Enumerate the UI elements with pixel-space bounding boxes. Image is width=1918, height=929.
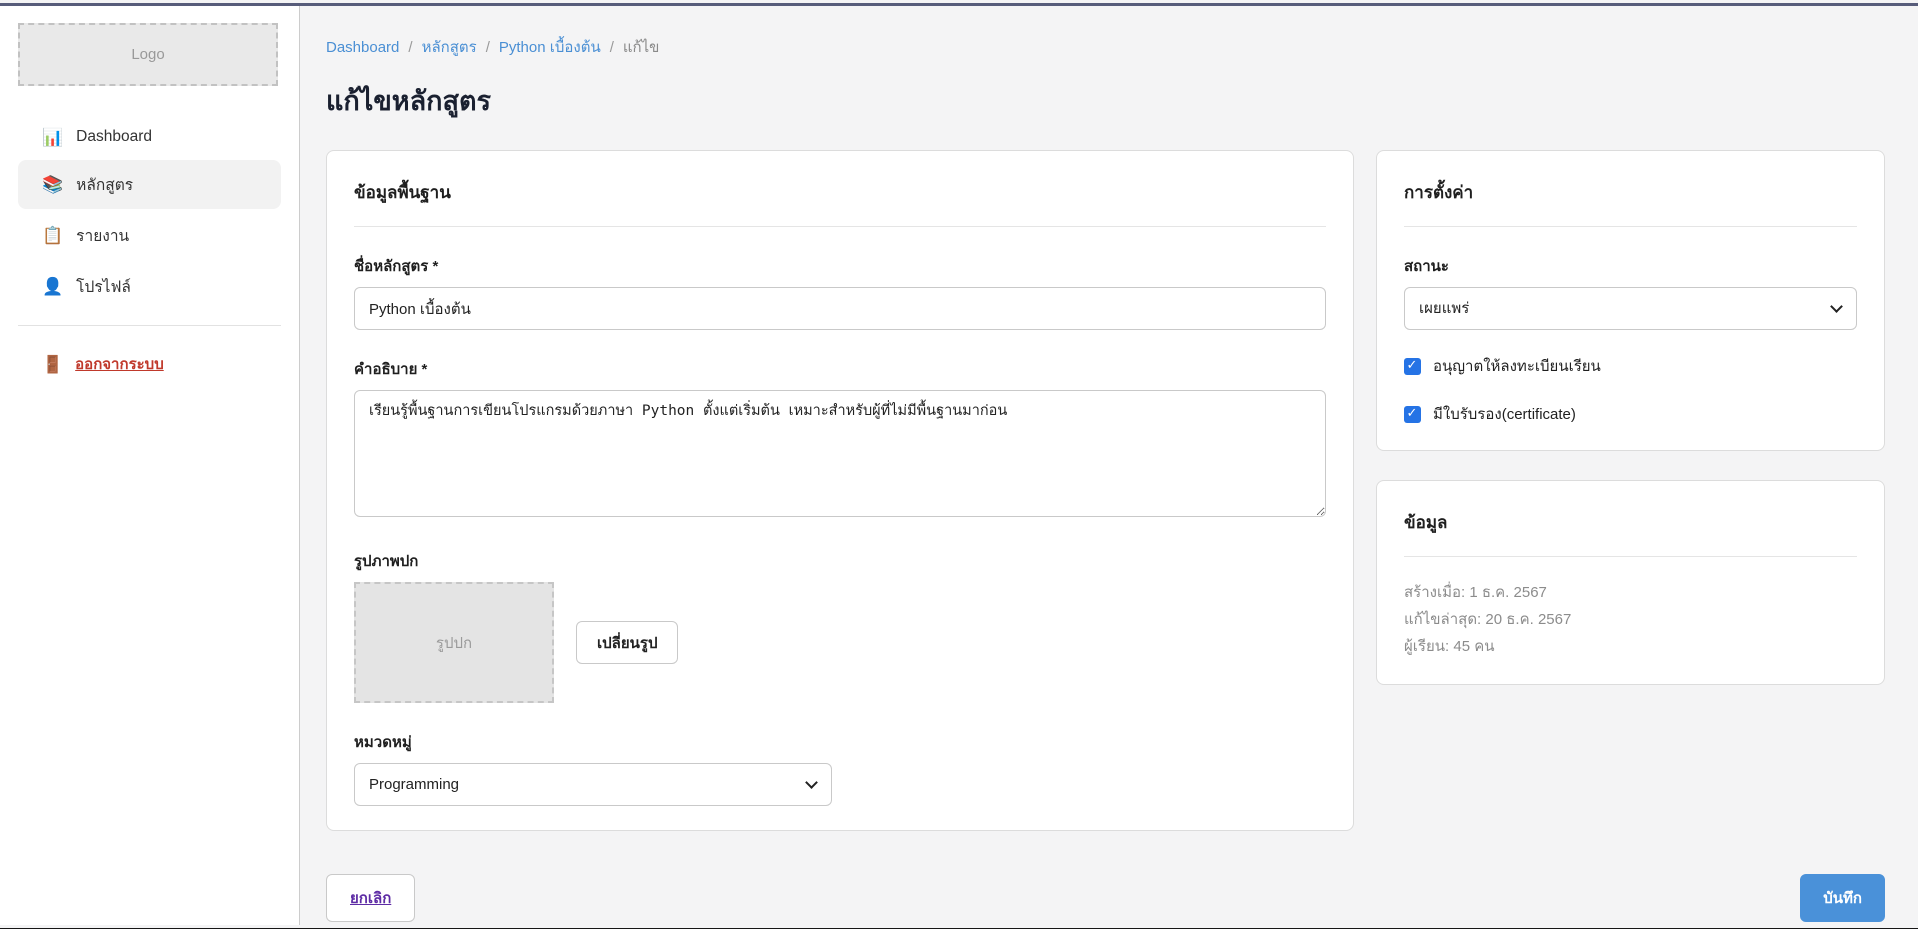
- breadcrumb-separator: /: [408, 39, 412, 56]
- clipboard-icon: 📋: [42, 227, 63, 244]
- breadcrumb-current: แก้ไข: [623, 39, 660, 56]
- change-image-button[interactable]: เปลี่ยนรูป: [576, 621, 678, 664]
- sidebar-item-courses[interactable]: 📚 หลักสูตร: [18, 160, 281, 209]
- info-card: ข้อมูล สร้างเมื่อ: 1 ธ.ค. 2567 แก้ไขล่าส…: [1376, 480, 1885, 685]
- sidebar-nav: 📊 Dashboard 📚 หลักสูตร 📋 รายงาน 👤 โปรไฟล…: [0, 116, 299, 311]
- info-last-edited: แก้ไขล่าสุด: 20 ธ.ค. 2567: [1404, 606, 1857, 633]
- person-icon: 👤: [42, 278, 63, 295]
- cancel-button[interactable]: ยกเลิก: [326, 874, 415, 922]
- category-label: หมวดหมู่: [354, 730, 1326, 754]
- sidebar-item-profile[interactable]: 👤 โปรไฟล์: [18, 262, 281, 311]
- breadcrumb-separator: /: [486, 39, 490, 56]
- breadcrumb-link-course[interactable]: Python เบื้องต้น: [499, 39, 601, 56]
- sidebar-item-reports[interactable]: 📋 รายงาน: [18, 211, 281, 260]
- breadcrumb: Dashboard / หลักสูตร / Python เบื้องต้น / แก้ไ…: [326, 35, 1885, 59]
- settings-card-title: การตั้งค่า: [1404, 175, 1857, 206]
- enrollment-checkbox-label: อนุญาตให้ลงทะเบียนเรียน: [1433, 354, 1601, 378]
- sidebar-item-label: รายงาน: [76, 223, 129, 248]
- cover-image-label: รูปภาพปก: [354, 549, 1326, 573]
- status-label: สถานะ: [1404, 254, 1857, 278]
- cover-placeholder-text: รูปปก: [436, 631, 472, 655]
- door-icon: 🚪: [42, 356, 63, 373]
- logout-label: ออกจากระบบ: [75, 352, 164, 376]
- basic-info-card-title: ข้อมูลพื้นฐาน: [354, 175, 1326, 206]
- enrollment-checkbox-row[interactable]: อนุญาตให้ลงทะเบียนเรียน: [1404, 354, 1857, 378]
- main-content: Dashboard / หลักสูตร / Python เบื้องต้น / แก้ไ…: [300, 3, 1918, 928]
- card-divider: [1404, 556, 1857, 557]
- bar-chart-icon: 📊: [42, 129, 63, 146]
- sidebar-item-label: โปรไฟล์: [76, 274, 131, 299]
- sidebar-divider: [18, 325, 281, 326]
- course-name-input[interactable]: [354, 287, 1326, 330]
- breadcrumb-separator: /: [610, 39, 614, 56]
- logout-link[interactable]: 🚪 ออกจากระบบ: [18, 352, 281, 376]
- save-button[interactable]: บันทึก: [1800, 874, 1885, 922]
- enrollment-checkbox[interactable]: [1404, 358, 1421, 375]
- books-icon: 📚: [42, 176, 63, 193]
- cover-image-placeholder: รูปปก: [354, 582, 554, 703]
- right-column: การตั้งค่า สถานะ เผยแพร่ อนุญาตให้ลงทะเบ…: [1376, 150, 1885, 685]
- description-label: คำอธิบาย *: [354, 357, 1326, 381]
- page-title: แก้ไขหลักสูตร: [326, 79, 1885, 122]
- sidebar-item-label: หลักสูตร: [76, 172, 133, 197]
- course-name-label: ชื่อหลักสูตร *: [354, 254, 1326, 278]
- form-actions: ยกเลิก บันทึก: [326, 874, 1885, 922]
- window-top-accent-bar: [0, 3, 1918, 6]
- certificate-checkbox-row[interactable]: มีใบรับรอง(certificate): [1404, 402, 1857, 426]
- info-learners: ผู้เรียน: 45 คน: [1404, 633, 1857, 660]
- basic-info-card: ข้อมูลพื้นฐาน ชื่อหลักสูตร * คำอธิบาย * …: [326, 150, 1354, 831]
- logo-placeholder: Logo: [18, 23, 278, 86]
- sidebar-item-label: Dashboard: [76, 128, 152, 146]
- sidebar-item-dashboard[interactable]: 📊 Dashboard: [18, 116, 281, 158]
- card-divider: [354, 226, 1326, 227]
- settings-card: การตั้งค่า สถานะ เผยแพร่ อนุญาตให้ลงทะเบ…: [1376, 150, 1885, 451]
- breadcrumb-link-courses[interactable]: หลักสูตร: [422, 39, 477, 56]
- info-card-title: ข้อมูล: [1404, 505, 1857, 536]
- info-created: สร้างเมื่อ: 1 ธ.ค. 2567: [1404, 579, 1857, 606]
- sidebar: Logo 📊 Dashboard 📚 หลักสูตร 📋 รายงาน 👤 โ…: [0, 3, 300, 925]
- logo-text: Logo: [131, 46, 164, 63]
- card-divider: [1404, 226, 1857, 227]
- certificate-checkbox[interactable]: [1404, 406, 1421, 423]
- breadcrumb-link-dashboard[interactable]: Dashboard: [326, 39, 399, 56]
- description-textarea[interactable]: เรียนรู้พื้นฐานการเขียนโปรแกรมด้วยภาษา P…: [354, 390, 1326, 517]
- status-select[interactable]: เผยแพร่: [1404, 287, 1857, 330]
- category-select[interactable]: Programming: [354, 763, 832, 806]
- certificate-checkbox-label: มีใบรับรอง(certificate): [1433, 402, 1576, 426]
- cancel-button-label: ยกเลิก: [350, 886, 391, 910]
